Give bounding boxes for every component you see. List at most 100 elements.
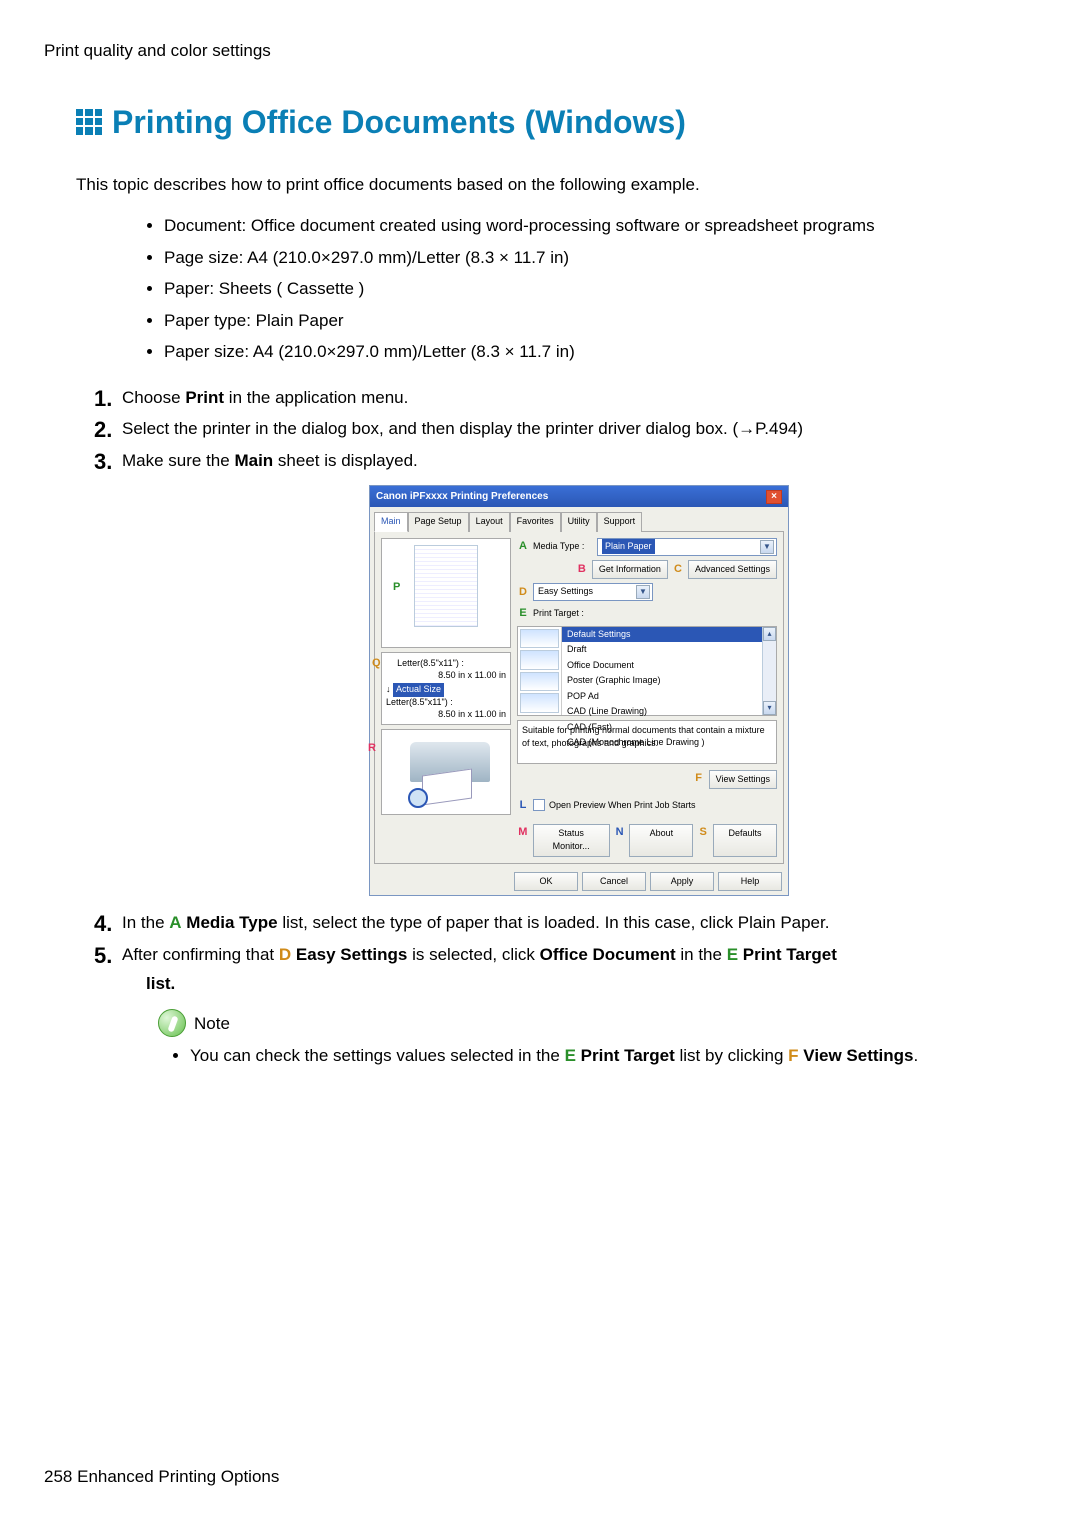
target-item[interactable]: CAD (Monochrome Line Drawing ) [562, 735, 762, 751]
kw-media-type: Media Type [186, 913, 277, 932]
letter-label: Letter(8.5"x11") : [397, 658, 464, 668]
target-item-default[interactable]: Default Settings [562, 627, 762, 643]
tab-utility[interactable]: Utility [561, 512, 597, 532]
dialog-titlebar: Canon iPFxxxx Printing Preferences × [370, 486, 788, 507]
step-text: sheet is displayed. [273, 451, 418, 470]
scroll-down-icon[interactable]: ▾ [763, 701, 776, 715]
target-item[interactable]: Office Document [562, 658, 762, 674]
spec-item: Paper: Sheets ( Cassette ) [164, 276, 1036, 302]
intro-text: This topic describes how to print ofﬁce … [76, 172, 1036, 198]
marker-n: N [614, 824, 626, 857]
note-text: . [914, 1046, 919, 1065]
tab-support[interactable]: Support [597, 512, 643, 532]
close-icon[interactable]: × [766, 490, 782, 504]
open-preview-label: Open Preview When Print Job Starts [549, 799, 696, 813]
marker-c: C [672, 561, 684, 578]
step-text: Make sure the [122, 451, 234, 470]
note-text: You can check the settings values select… [190, 1046, 565, 1065]
tab-page-setup[interactable]: Page Setup [408, 512, 469, 532]
spec-item: Paper size: A4 (210.0×297.0 mm)/Letter (… [164, 339, 1036, 365]
step-text: list, select the type of paper that is l… [278, 913, 830, 932]
get-information-button[interactable]: Get Information [592, 560, 668, 580]
view-settings-button[interactable]: View Settings [709, 770, 777, 790]
step-text: In the [122, 913, 169, 932]
letter-dim: 8.50 in x 11.00 in [438, 709, 506, 721]
step-text: in the [676, 945, 727, 964]
marker-f: F [693, 770, 705, 790]
kw-main: Main [234, 451, 273, 470]
marker-e-inline: E [727, 945, 738, 964]
note-item: You can check the settings values select… [190, 1043, 1036, 1069]
target-item[interactable]: CAD (Fast) [562, 720, 762, 736]
easy-settings-value: Easy Settings [538, 585, 593, 599]
advanced-settings-button[interactable]: Advanced Settings [688, 560, 777, 580]
letter-label: Letter(8.5"x11") : [386, 697, 453, 707]
step-4: In the A Media Type list, select the typ… [94, 910, 1036, 936]
tab-favorites[interactable]: Favorites [510, 512, 561, 532]
status-monitor-button[interactable]: Status Monitor... [533, 824, 610, 857]
step-text: is selected, click [407, 945, 539, 964]
tab-main[interactable]: Main [374, 512, 408, 532]
step-text: in the application menu. [224, 388, 408, 407]
note-list: You can check the settings values select… [190, 1043, 1036, 1069]
step-list: Choose Print in the application menu. Se… [94, 385, 1036, 1069]
easy-settings-combo[interactable]: Easy Settings ▼ [533, 583, 653, 601]
step-text: After conﬁrming that [122, 945, 279, 964]
spec-list: Document: Ofﬁce document created using w… [164, 213, 1036, 365]
defaults-button[interactable]: Defaults [713, 824, 777, 857]
chapter-name: Enhanced Printing Options [77, 1467, 279, 1486]
spec-item: Page size: A4 (210.0×297.0 mm)/Letter (8… [164, 245, 1036, 271]
step-3: Make sure the Main sheet is displayed. C… [94, 448, 1036, 897]
marker-l: L [517, 797, 529, 814]
page-preview: P [381, 538, 511, 648]
ok-button[interactable]: OK [514, 872, 578, 892]
marker-a-inline: A [169, 913, 181, 932]
note-text: list by clicking [675, 1046, 788, 1065]
target-item[interactable]: CAD (Line Drawing) [562, 704, 762, 720]
chevron-down-icon: ▼ [760, 540, 774, 554]
magnifier-icon [408, 788, 428, 808]
apply-button[interactable]: Apply [650, 872, 714, 892]
help-button[interactable]: Help [718, 872, 782, 892]
marker-b: B [576, 561, 588, 578]
note-icon [158, 1009, 186, 1037]
step-1: Choose Print in the application menu. [94, 385, 1036, 411]
marker-e: E [517, 605, 529, 622]
page-footer: 258 Enhanced Printing Options [44, 1464, 279, 1490]
page-title-row: Printing Ofﬁce Documents (Windows) [76, 98, 1036, 146]
section-header: Print quality and color settings [44, 38, 1036, 64]
kw-easy-settings: Easy Settings [296, 945, 408, 964]
target-item[interactable]: POP Ad [562, 689, 762, 705]
dialog-title: Canon iPFxxxx Printing Preferences [376, 489, 548, 504]
page-title: Printing Ofﬁce Documents (Windows) [112, 98, 686, 146]
scroll-up-icon[interactable]: ▴ [763, 627, 776, 641]
kw-office-document: Ofﬁce Document [540, 945, 676, 964]
step-text: Choose [122, 388, 185, 407]
kw-print: Print [185, 388, 224, 407]
media-type-combo[interactable]: Plain Paper ▼ [597, 538, 777, 556]
step-text: Select the printer in the dialog box, an… [122, 419, 803, 438]
cancel-button[interactable]: Cancel [582, 872, 646, 892]
tab-layout[interactable]: Layout [469, 512, 510, 532]
print-target-list[interactable]: Default Settings Draft Office Document P… [517, 626, 777, 716]
marker-q: Q [372, 657, 381, 669]
marker-f-inline: F [788, 1046, 798, 1065]
target-item[interactable]: Poster (Graphic Image) [562, 673, 762, 689]
printer-preview: R [381, 729, 511, 815]
printing-preferences-dialog: Canon iPFxxxx Printing Preferences × Mai… [369, 485, 789, 896]
target-item[interactable]: Draft [562, 642, 762, 658]
scrollbar[interactable]: ▴ ▾ [762, 627, 776, 715]
kw-print-target: Print Target [743, 945, 837, 964]
marker-m: M [517, 824, 529, 857]
tab-bar: Main Page Setup Layout Favorites Utility… [370, 507, 788, 531]
actual-size-label: Actual Size [393, 683, 444, 697]
open-preview-checkbox[interactable] [533, 799, 545, 811]
marker-e-inline: E [565, 1046, 576, 1065]
marker-s: S [697, 824, 709, 857]
about-button[interactable]: About [629, 824, 693, 857]
spec-item: Document: Ofﬁce document created using w… [164, 213, 1036, 239]
print-target-label: Print Target : [533, 607, 593, 621]
kw-view-settings: View Settings [803, 1046, 913, 1065]
grid-icon [76, 109, 102, 135]
step-2: Select the printer in the dialog box, an… [94, 416, 1036, 442]
